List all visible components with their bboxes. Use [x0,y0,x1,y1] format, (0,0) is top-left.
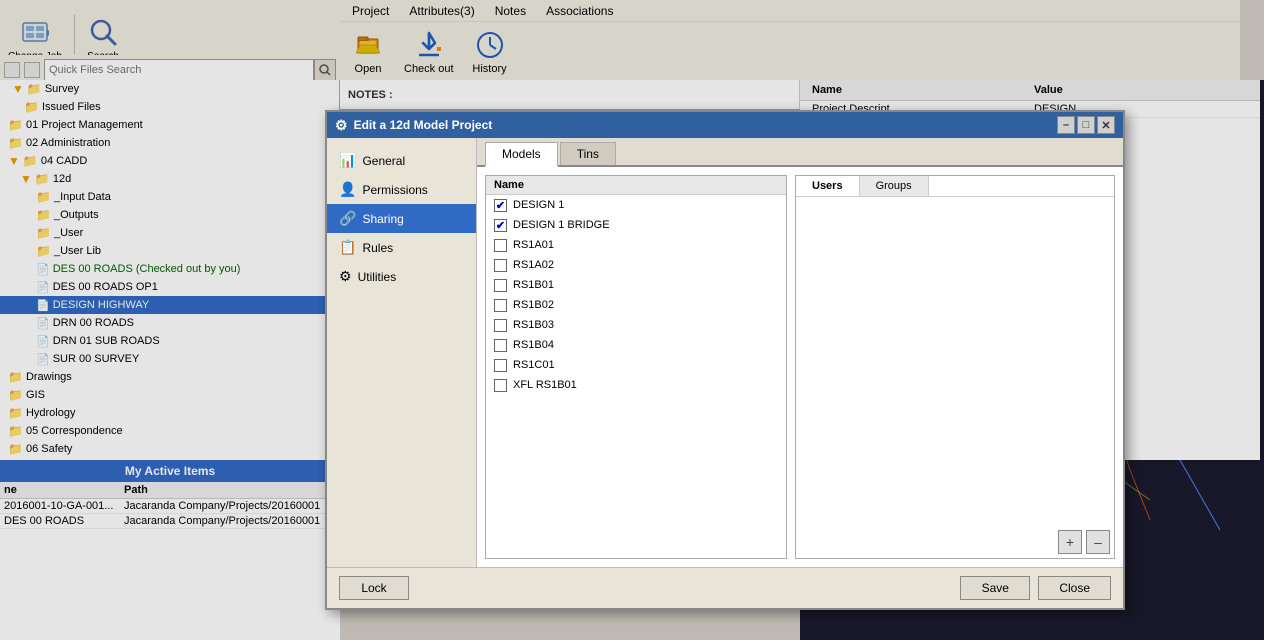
checkmark-design1: ✔ [496,199,505,212]
model-item-rs1b03[interactable]: RS1B03 [486,315,786,335]
users-tab-users[interactable]: Users [796,176,860,196]
model-checkbox-rs1b03[interactable] [494,319,507,332]
model-checkbox-design1[interactable]: ✔ [494,199,507,212]
nav-general[interactable]: 📊 General [327,146,476,175]
model-checkbox-rs1b04[interactable] [494,339,507,352]
nav-rules-icon: 📋 [339,239,356,256]
model-item-rs1b01[interactable]: RS1B01 [486,275,786,295]
model-item-rs1b02[interactable]: RS1B02 [486,295,786,315]
close-button[interactable]: Close [1038,576,1111,600]
edit-project-dialog: ⚙ Edit a 12d Model Project – □ ✕ 📊 Gener… [325,110,1125,610]
nav-rules-label: Rules [362,241,393,255]
models-list-panel: Name ✔ DESIGN 1 ✔ [485,175,787,559]
model-label-rs1a01: RS1A01 [513,239,554,251]
add-user-button[interactable]: + [1058,530,1082,554]
model-label-xflrs1b01: XFL RS1B01 [513,379,577,391]
model-label-design1bridge: DESIGN 1 BRIDGE [513,219,610,231]
save-button[interactable]: Save [960,576,1030,600]
users-buttons: + – [796,526,1114,558]
dialog-sidebar: 📊 General 👤 Permissions 🔗 Sharing 📋 Rule… [327,138,477,567]
nav-sharing[interactable]: 🔗 Sharing [327,204,476,233]
model-item-rs1a01[interactable]: RS1A01 [486,235,786,255]
nav-permissions[interactable]: 👤 Permissions [327,175,476,204]
model-checkbox-xflrs1b01[interactable] [494,379,507,392]
model-label-rs1a02: RS1A02 [513,259,554,271]
remove-user-icon: – [1094,534,1102,550]
checkmark-design1bridge: ✔ [496,219,505,232]
dialog-tabs: Models Tins [477,138,1123,167]
model-label-design1: DESIGN 1 [513,199,564,211]
model-checkbox-rs1a02[interactable] [494,259,507,272]
model-item-xflrs1b01[interactable]: XFL RS1B01 [486,375,786,395]
dialog-close-button[interactable]: ✕ [1097,116,1115,134]
nav-general-label: General [362,154,405,168]
users-tabs: Users Groups [796,176,1114,197]
nav-permissions-label: Permissions [362,183,427,197]
users-panel: Users Groups + – [795,175,1115,559]
model-item-rs1b04[interactable]: RS1B04 [486,335,786,355]
model-checkbox-rs1b01[interactable] [494,279,507,292]
model-item-design1bridge[interactable]: ✔ DESIGN 1 BRIDGE [486,215,786,235]
model-label-rs1c01: RS1C01 [513,359,555,371]
users-tab-groups[interactable]: Groups [860,176,929,196]
dialog-title-buttons: – □ ✕ [1057,116,1115,134]
dialog-overlay: ⚙ Edit a 12d Model Project – □ ✕ 📊 Gener… [0,0,1264,640]
nav-utilities-label: Utilities [358,270,397,284]
model-label-rs1b02: RS1B02 [513,299,554,311]
dialog-title-text: Edit a 12d Model Project [354,118,1057,132]
lock-button[interactable]: Lock [339,576,409,600]
model-checkbox-rs1c01[interactable] [494,359,507,372]
nav-sharing-icon: 🔗 [339,210,356,227]
model-checkbox-rs1a01[interactable] [494,239,507,252]
model-checkbox-rs1b02[interactable] [494,299,507,312]
models-list-header: Name [486,176,786,195]
model-label-rs1b03: RS1B03 [513,319,554,331]
users-content [796,197,1114,526]
nav-utilities-icon: ⚙ [339,268,352,285]
model-label-rs1b04: RS1B04 [513,339,554,351]
dialog-title-icon: ⚙ [335,117,348,134]
nav-permissions-icon: 👤 [339,181,356,198]
model-item-rs1a02[interactable]: RS1A02 [486,255,786,275]
remove-user-button[interactable]: – [1086,530,1110,554]
dialog-minimize-button[interactable]: – [1057,116,1075,134]
dialog-content: 📊 General 👤 Permissions 🔗 Sharing 📋 Rule… [327,138,1123,567]
nav-sharing-label: Sharing [362,212,403,226]
tab-models[interactable]: Models [485,142,558,167]
nav-general-icon: 📊 [339,152,356,169]
nav-rules[interactable]: 📋 Rules [327,233,476,262]
dialog-titlebar: ⚙ Edit a 12d Model Project – □ ✕ [327,112,1123,138]
dialog-main: Models Tins Name ✔ [477,138,1123,567]
model-item-design1[interactable]: ✔ DESIGN 1 [486,195,786,215]
nav-utilities[interactable]: ⚙ Utilities [327,262,476,291]
dialog-footer: Lock Save Close [327,567,1123,608]
dialog-maximize-button[interactable]: □ [1077,116,1095,134]
dialog-tab-content: Name ✔ DESIGN 1 ✔ [477,167,1123,567]
model-label-rs1b01: RS1B01 [513,279,554,291]
model-checkbox-design1bridge[interactable]: ✔ [494,219,507,232]
model-item-rs1c01[interactable]: RS1C01 [486,355,786,375]
add-user-icon: + [1066,534,1074,550]
models-name-col: Name [494,179,524,191]
tab-tins[interactable]: Tins [560,142,616,165]
